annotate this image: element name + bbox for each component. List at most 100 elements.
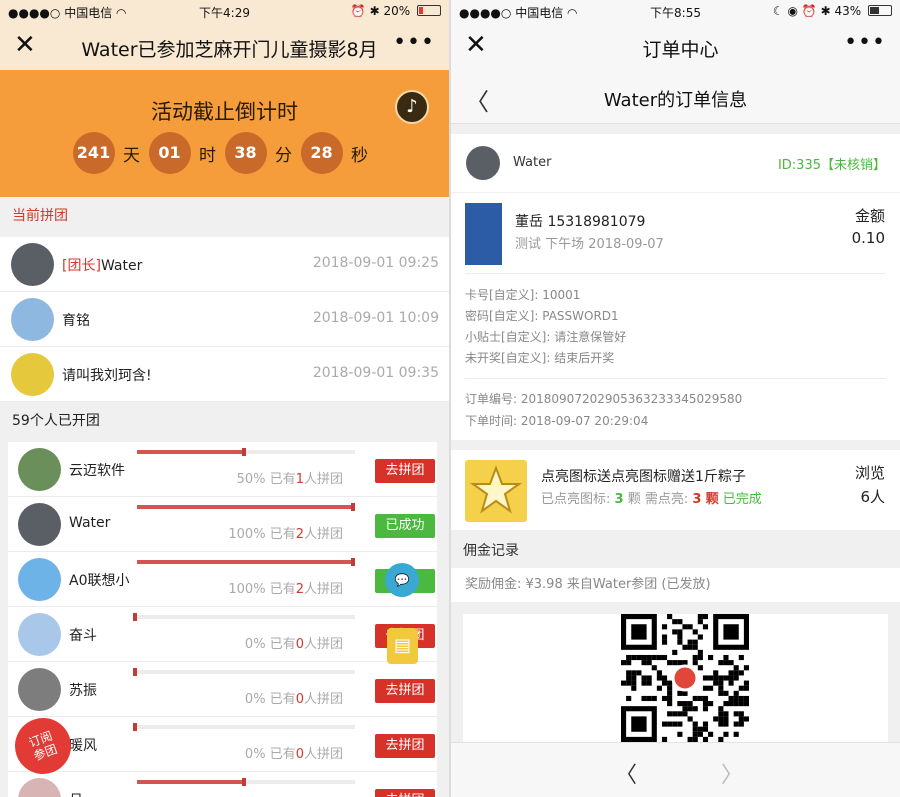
qr-area — [463, 614, 888, 742]
lightup-progress: 已点亮图标: 3 颗 需点亮: 3 颗 已完成 — [541, 492, 762, 507]
countdown-days: 241 — [72, 132, 115, 174]
open-group-row[interactable]: A0联想小 100% 已有2人拼团 — [8, 552, 437, 607]
avatar — [466, 146, 500, 180]
alarm-icon: ⏰ — [350, 4, 366, 18]
group-name: 苏振 — [69, 683, 97, 699]
group-name: 奋斗 — [69, 628, 97, 644]
group-progress-bar — [137, 558, 355, 566]
countdown-unit: 时 — [199, 145, 216, 166]
countdown-hours: 01 — [148, 132, 191, 174]
alarm-icon: ⏰ — [801, 4, 817, 18]
order-detail-card: 董岳 15318981079 测试 下午场 2018-09-07 金额 0.10… — [451, 193, 900, 440]
status-bar: ●●●●○ 中国电信 ◠ 下午8:55 ☾ ◉ ⏰ ✱ 43% — [451, 0, 900, 24]
views-count: 6人 — [860, 488, 885, 506]
join-group-button[interactable]: 去拼团 — [375, 789, 435, 797]
right-phone-screen: ●●●●○ 中国电信 ◠ 下午8:55 ☾ ◉ ⏰ ✱ 43% ✕ 订单中心 •… — [451, 0, 900, 797]
open-group-row[interactable]: 苏振 0% 已有0人拼团 去拼团 — [8, 662, 437, 717]
progress-marker — [133, 723, 137, 731]
battery-percent: 20% — [383, 4, 411, 18]
page-title: 订单中心 — [642, 39, 719, 61]
product-thumbnail — [465, 203, 502, 265]
lightup-title: 点亮图标送点亮图标赠送1斤粽子 — [541, 469, 746, 485]
open-group-row[interactable]: 云迈软件 50% 已有1人拼团 去拼团 — [8, 442, 437, 497]
battery-percent: 43% — [834, 4, 862, 18]
group-status-text: 50% 已有1人拼团 — [236, 472, 343, 487]
progress-fill — [137, 450, 246, 454]
moon-icon: ☾ — [772, 4, 784, 18]
bottom-toolbar: 〈 〉 — [451, 742, 900, 797]
current-group-heading: 当前拼团 — [12, 208, 68, 224]
group-name: 云迈软件 — [69, 463, 125, 479]
document-float-icon[interactable]: ▤ — [387, 628, 418, 664]
group-status-text: 0% 已有0人拼团 — [244, 747, 343, 762]
order-header: Water ID:335【未核销】 — [451, 134, 900, 192]
battery-icon — [868, 5, 892, 16]
qr-code[interactable] — [621, 614, 749, 742]
avatar — [18, 448, 61, 491]
commission-record: 奖励佣金: ¥3.98 来自Water参团 (已发放) — [451, 568, 900, 602]
chat-float-icon[interactable]: 💬 — [385, 563, 419, 597]
custom-field: 未开奖[自定义]: 结束后开奖 — [465, 351, 615, 365]
forward-arrow-icon[interactable]: 〉 — [721, 757, 743, 789]
more-icon[interactable]: ••• — [393, 30, 435, 55]
close-icon[interactable]: ✕ — [14, 32, 36, 58]
close-icon[interactable]: ✕ — [465, 32, 487, 58]
status-right: ⏰ ✱ 20% — [351, 4, 441, 18]
open-group-row[interactable]: Water 100% 已有2人拼团 已成功 — [8, 497, 437, 552]
more-icon[interactable]: ••• — [844, 30, 886, 55]
progress-marker — [351, 558, 355, 566]
order-info-title: Water的订单信息 — [603, 90, 748, 111]
group-progress-bar — [137, 503, 355, 511]
join-group-button[interactable]: 去拼团 — [375, 679, 435, 703]
progress-marker — [242, 448, 246, 456]
group-name: 月 — [69, 790, 83, 797]
group-name: Water — [69, 515, 111, 531]
back-arrow-icon[interactable]: 〈 — [615, 757, 637, 789]
group-progress-bar — [133, 723, 355, 731]
divider — [465, 378, 886, 379]
page-title: Water已参加芝麻开门儿童摄影8月 — [81, 39, 378, 61]
group-name: 暖风 — [69, 738, 97, 754]
progress-fill — [137, 780, 246, 784]
amount-label: 金额 — [854, 207, 885, 225]
group-progress-bar — [133, 668, 355, 676]
member-join-time: 2018-09-01 10:09 — [312, 310, 439, 326]
progress-fill — [137, 560, 355, 564]
member-name: 育铭 — [62, 313, 90, 329]
progress-marker — [133, 668, 137, 676]
member-row[interactable]: 育铭 2018-09-01 10:09 — [0, 292, 449, 347]
countdown-unit: 分 — [275, 145, 292, 166]
countdown-minutes: 38 — [224, 132, 267, 174]
open-group-row[interactable]: 奋斗0% 已有0人拼团去拼团 — [8, 607, 437, 662]
open-group-row[interactable]: 月 去拼团 — [8, 772, 437, 797]
countdown-title: 活动截止倒计时 — [151, 100, 298, 124]
join-group-button[interactable]: 已成功 — [375, 514, 435, 538]
member-name: 请叫我刘珂含! — [62, 368, 152, 384]
open-group-row[interactable]: 暖风 0% 已有0人拼团 去拼团 — [8, 717, 437, 772]
music-icon[interactable]: ♪ — [395, 90, 429, 124]
status-right: ☾ ◉ ⏰ ✱ 43% — [773, 4, 892, 18]
member-row[interactable]: 请叫我刘珂含! 2018-09-01 09:35 — [0, 347, 449, 402]
views-label: 浏览 — [854, 464, 885, 482]
countdown-unit: 秒 — [351, 145, 368, 166]
group-progress-bar — [133, 613, 355, 621]
avatar — [18, 668, 61, 711]
lightup-card[interactable]: 点亮图标送点亮图标赠送1斤粽子 已点亮图标: 3 颗 需点亮: 3 颗 已完成 … — [451, 450, 900, 530]
custom-field: 卡号[自定义]: 10001 — [465, 288, 581, 302]
group-name: A0联想小 — [69, 573, 130, 589]
commission-heading: 佣金记录 — [463, 543, 519, 559]
product-row: 董岳 15318981079 测试 下午场 2018-09-07 金额 0.10 — [451, 193, 900, 273]
join-group-button[interactable]: 去拼团 — [375, 734, 435, 758]
star-icon — [469, 465, 523, 514]
divider — [465, 273, 886, 274]
avatar — [18, 778, 61, 797]
bluetooth-icon: ✱ — [369, 4, 380, 18]
amount-value: 0.10 — [851, 229, 885, 247]
join-group-button[interactable]: 去拼团 — [375, 459, 435, 483]
progress-marker — [242, 778, 246, 786]
session-info: 测试 下午场 2018-09-07 — [515, 237, 664, 252]
order-time: 下单时间: 2018-09-07 20:29:04 — [465, 414, 649, 428]
rotation-lock-icon: ◉ — [787, 4, 798, 18]
member-row[interactable]: [团长]Water 2018-09-01 09:25 — [0, 237, 449, 292]
group-progress-bar — [137, 448, 355, 456]
